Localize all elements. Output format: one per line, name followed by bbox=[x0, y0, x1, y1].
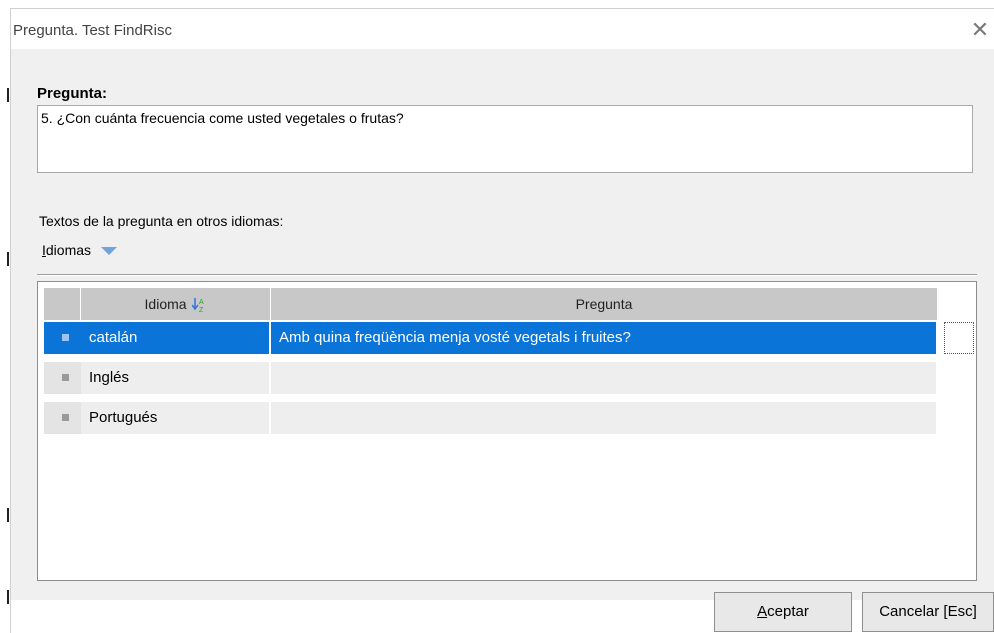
cell-pregunta[interactable] bbox=[271, 362, 938, 394]
edge-mark bbox=[7, 508, 9, 522]
svg-text:A: A bbox=[199, 299, 204, 306]
title-bar: Pregunta. Test FindRisc ✕ bbox=[11, 9, 994, 49]
edge-mark bbox=[7, 590, 9, 604]
focus-cell bbox=[944, 322, 974, 354]
languages-label-rest: diomas bbox=[45, 242, 92, 258]
question-dialog: Pregunta. Test FindRisc ✕ Pregunta: 5. ¿… bbox=[10, 8, 994, 633]
cell-idioma[interactable]: catalán bbox=[81, 322, 271, 354]
svg-text:Z: Z bbox=[199, 307, 204, 313]
row-marker-icon bbox=[62, 374, 69, 381]
row-marker-icon bbox=[62, 414, 69, 421]
cell-idioma[interactable]: Inglés bbox=[81, 362, 271, 394]
languages-dropdown[interactable]: Idiomas bbox=[42, 242, 118, 258]
cell-pregunta[interactable]: Amb quina freqüència menja vosté vegetal… bbox=[271, 322, 938, 354]
edge-mark bbox=[7, 252, 9, 266]
close-icon[interactable]: ✕ bbox=[967, 17, 993, 43]
accept-label-rest: ceptar bbox=[767, 603, 809, 620]
separator bbox=[37, 274, 977, 276]
languages-grid[interactable]: Idioma A Z Pregunta catalán Amb quina fr… bbox=[37, 281, 977, 581]
sort-az-icon: A Z bbox=[192, 298, 204, 313]
accept-accel-letter: A bbox=[757, 603, 768, 620]
grid-header: Idioma A Z Pregunta bbox=[44, 288, 938, 320]
question-label: Pregunta: bbox=[37, 85, 108, 102]
table-row[interactable]: Inglés bbox=[44, 362, 938, 394]
column-header-idioma[interactable]: Idioma A Z bbox=[81, 288, 271, 320]
table-row[interactable]: catalán Amb quina freqüència menja vosté… bbox=[44, 322, 938, 354]
cell-idioma[interactable]: Portugués bbox=[81, 402, 271, 434]
row-indicator bbox=[44, 322, 81, 354]
dropdown-arrow-icon bbox=[101, 247, 118, 256]
row-indicator bbox=[44, 362, 81, 394]
window-title: Pregunta. Test FindRisc bbox=[13, 22, 172, 39]
column-header-idioma-label: Idioma bbox=[144, 296, 187, 312]
cell-pregunta[interactable] bbox=[271, 402, 938, 434]
other-languages-label: Textos de la pregunta en otros idiomas: bbox=[39, 213, 284, 229]
edge-mark bbox=[7, 88, 9, 102]
row-indicator bbox=[44, 402, 81, 434]
row-marker-icon bbox=[62, 334, 69, 341]
cancel-button[interactable]: Cancelar [Esc] bbox=[862, 592, 994, 632]
background-window-edge bbox=[0, 0, 10, 632]
dialog-body: Pregunta: 5. ¿Con cuánta frecuencia come… bbox=[11, 49, 994, 600]
table-row[interactable]: Portugués bbox=[44, 402, 938, 434]
header-indicator-cell bbox=[44, 288, 81, 320]
column-header-pregunta[interactable]: Pregunta bbox=[271, 288, 938, 320]
accept-button[interactable]: Aceptar bbox=[714, 592, 852, 632]
question-text-field[interactable]: 5. ¿Con cuánta frecuencia come usted veg… bbox=[37, 105, 973, 173]
